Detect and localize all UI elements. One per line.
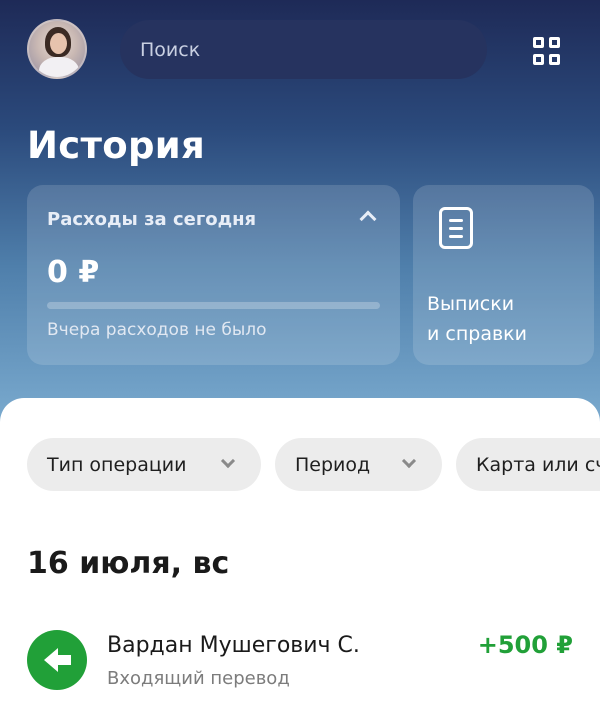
filter-label: Период <box>295 453 371 476</box>
filter-label: Карта или счёт <box>476 453 600 476</box>
search-input[interactable]: Поиск <box>120 20 487 79</box>
statements-label-line2: и справки <box>427 323 527 345</box>
chevron-down-icon <box>220 453 236 469</box>
incoming-transfer-arrow-icon <box>27 630 87 690</box>
filter-operation-type[interactable]: Тип операции <box>27 438 261 491</box>
transaction-name[interactable]: Вардан Мушегович С. <box>107 633 360 658</box>
expenses-card[interactable]: Расходы за сегодня 0 ₽ Вчера расходов не… <box>27 185 400 365</box>
history-sheet: Тип операции Период Карта или счёт 16 ию… <box>0 398 600 722</box>
page-title: История <box>27 124 206 167</box>
statements-label-line1: Выписки <box>427 293 515 315</box>
grid-cell <box>533 37 544 48</box>
filter-card-or-account[interactable]: Карта или счёт <box>456 438 600 491</box>
grid-icon[interactable] <box>533 37 561 65</box>
expenses-note: Вчера расходов не было <box>47 320 267 340</box>
grid-cell <box>549 53 560 65</box>
expenses-amount: 0 ₽ <box>47 255 100 290</box>
header-background: Поиск История Расходы за сегодня 0 ₽ Вче… <box>0 0 600 430</box>
transaction-description: Входящий перевод <box>107 668 290 689</box>
avatar[interactable] <box>27 19 87 79</box>
avatar-face <box>50 33 67 54</box>
grid-cell <box>533 53 544 65</box>
filter-period[interactable]: Период <box>275 438 442 491</box>
day-header: 16 июля, вс <box>27 546 230 581</box>
search-placeholder: Поиск <box>140 38 201 61</box>
statements-card[interactable]: Выписки и справки <box>413 185 594 365</box>
transaction-amount: +500 ₽ <box>477 631 573 659</box>
filter-label: Тип операции <box>47 453 187 476</box>
expenses-label: Расходы за сегодня <box>47 209 257 230</box>
avatar-body <box>39 57 79 77</box>
grid-cell <box>549 37 560 48</box>
statements-label: Выписки и справки <box>427 289 527 349</box>
document-icon <box>439 207 473 249</box>
chevron-up-icon[interactable] <box>359 210 377 228</box>
chevron-down-icon <box>401 453 417 469</box>
expenses-progress-bar <box>47 302 380 309</box>
